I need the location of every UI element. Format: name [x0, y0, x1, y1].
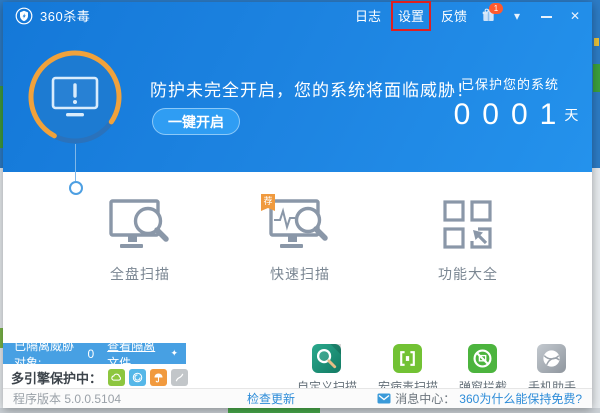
message-center-group: 消息中心： 360为什么能保持免费? [377, 390, 582, 407]
phone-assistant-icon [537, 344, 567, 373]
status-bar: 程序版本 5.0.0.5104 检查更新 消息中心： 360为什么能保持免费? [3, 388, 592, 408]
quarantine-count: 0 [87, 346, 95, 361]
protected-caption: 已保护您的系统 [460, 77, 559, 92]
menu-feedback[interactable]: 反馈 [441, 6, 467, 25]
protected-days-value: 0001天 [453, 98, 579, 131]
qvm-engine-icon[interactable] [129, 368, 147, 386]
blue-header-area: 360杀毒 日志 设置 反馈 1 ▾ ✕ 防护未完全开启，您的系统将面临威胁！ … [3, 1, 592, 172]
cloud-engine-icon[interactable] [108, 368, 126, 386]
desktop-background: 360杀毒 日志 设置 反馈 1 ▾ ✕ 防护未完全开启，您的系统将面临威胁！ … [0, 0, 600, 413]
taskbar-item [228, 408, 320, 413]
toolbox-icon [393, 198, 543, 256]
minimize-icon[interactable] [539, 9, 553, 23]
quarantine-status-bar: 已隔离威胁对象: 0 查看隔离文件 ✦ [3, 339, 186, 370]
macro-scan-icon [393, 344, 423, 373]
quick-scan-option[interactable]: 荐 快速扫描 [225, 194, 375, 284]
notification-badge: 1 [489, 3, 503, 14]
view-quarantine-link[interactable]: 查看隔离文件 [107, 337, 164, 371]
sparkle-icon: ✦ [170, 348, 178, 358]
desktop-fragment [593, 64, 600, 92]
program-version: 程序版本 5.0.0.5104 [13, 392, 122, 406]
gift-promo-button[interactable]: 1 [481, 3, 503, 23]
one-key-enable-button[interactable]: 一键开启 [152, 108, 240, 135]
protection-status-circle[interactable] [28, 50, 122, 144]
message-center-link[interactable]: 360为什么能保持免费? [459, 390, 582, 407]
menu-settings[interactable]: 设置 [390, 1, 431, 31]
360-antivirus-window: 360杀毒 日志 设置 反馈 1 ▾ ✕ 防护未完全开启，您的系统将面临威胁！ … [3, 1, 592, 408]
chevron-down-icon[interactable]: ▾ [510, 9, 524, 23]
protected-days-block: 已保护您的系统 0001天 [431, 74, 589, 132]
full-scan-option[interactable]: 全盘扫描 [65, 198, 215, 284]
quarantine-label: 已隔离威胁对象: [14, 338, 75, 370]
warning-headline: 防护未完全开启，您的系统将面临威胁！ [150, 81, 474, 100]
titlebar-menu: 日志 设置 反馈 [355, 1, 467, 31]
engine-row-label: 多引擎保护中： [11, 370, 103, 386]
scan-option-label: 全盘扫描 [110, 266, 170, 282]
shield-logo-icon [15, 7, 33, 25]
quick-scan-icon: 荐 [225, 194, 375, 256]
app-title: 360杀毒 [40, 9, 91, 24]
days-unit: 天 [564, 107, 579, 123]
desktop-fragment [594, 38, 599, 46]
multi-engine-row: 多引擎保护中： [11, 368, 189, 386]
bitdefender-engine-icon[interactable] [171, 368, 189, 386]
red-highlight-annotation [390, 1, 431, 31]
scan-option-label: 快速扫描 [270, 266, 330, 282]
popup-block-icon [468, 344, 498, 373]
check-update-link[interactable]: 检查更新 [247, 390, 295, 407]
full-scan-icon [65, 198, 215, 256]
envelope-icon [377, 393, 391, 404]
window-controls: ▾ ✕ [510, 9, 582, 23]
close-icon[interactable]: ✕ [568, 9, 582, 23]
avira-engine-icon[interactable] [150, 368, 168, 386]
toolbox-option[interactable]: 功能大全 [393, 198, 543, 284]
scan-option-label: 功能大全 [438, 266, 498, 282]
decorative-plumb-line [75, 144, 76, 181]
titlebar: 360杀毒 日志 设置 反馈 1 ▾ ✕ [3, 1, 592, 31]
custom-scan-icon [312, 344, 342, 373]
message-center-label: 消息中心： [395, 392, 456, 406]
decorative-plumb-ring [69, 181, 83, 195]
menu-logs[interactable]: 日志 [355, 6, 381, 25]
